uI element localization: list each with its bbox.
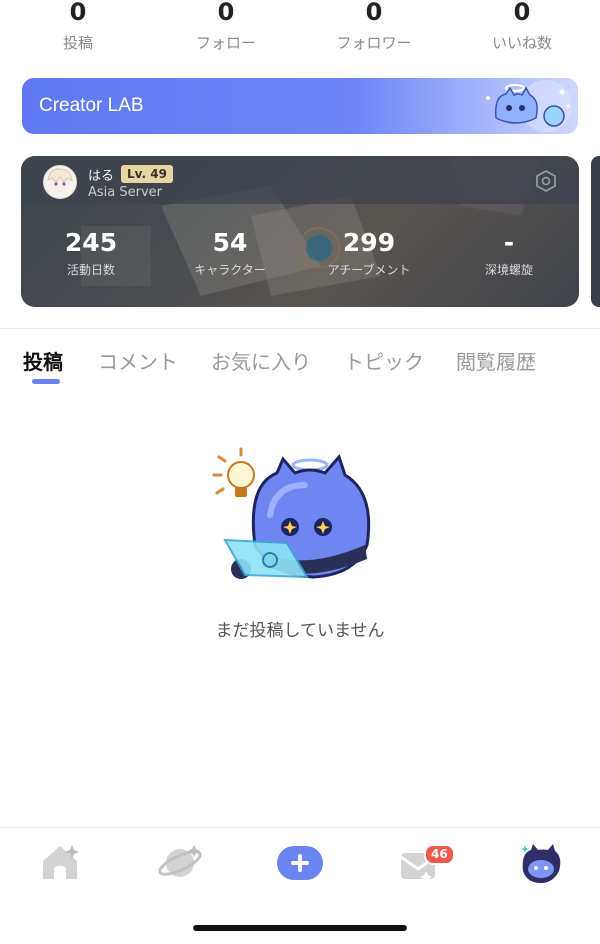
avatar[interactable] [43,165,77,199]
card-stat-value: - [503,228,515,257]
active-tab-indicator [32,379,60,384]
section-divider [0,328,600,329]
tab-posts[interactable]: 投稿 [23,346,63,375]
card-stat-spiral-abyss: - 深境螺旋 [449,229,569,278]
content-tabs: 投稿 コメント お気に入り トピック 閲覧履歴 [0,346,600,386]
plus-icon[interactable] [275,841,325,885]
stat-following[interactable]: 0 フォロー [151,0,301,53]
card-stat-label: アチーブメント [327,263,411,277]
stat-posts[interactable]: 0 投稿 [3,0,153,53]
card-stat-value: 54 [212,228,248,257]
stat-value: 0 [365,0,383,26]
hexagon-settings-icon[interactable] [535,170,557,192]
creator-lab-title: Creator LAB [39,95,144,116]
next-card-peek[interactable] [591,156,600,307]
avatar-image [44,166,76,198]
card-stat-active-days: 245 活動日数 [31,229,151,278]
stat-value: 0 [513,0,531,26]
card-stat-label: 活動日数 [66,263,115,277]
card-stat-value: 245 [64,228,118,257]
game-record-card[interactable]: はる Lv. 49 Asia Server 245 活動日数 54 キャラクター… [21,156,579,307]
mascot-icon [486,80,572,132]
tab-history[interactable]: 閲覧履歴 [456,346,536,375]
stat-followers[interactable]: 0 フォロワー [299,0,449,53]
stat-label: フォロワー [336,34,412,52]
stat-likes[interactable]: 0 いいね数 [447,0,597,53]
creator-lab-banner[interactable]: Creator LAB [22,78,578,134]
profile-stats: 0 投稿 0 フォロー 0 フォロワー 0 いいね数 [0,0,600,60]
card-stat-characters: 54 キャラクター [170,229,290,278]
stat-label: フォロー [195,34,256,52]
profile-mascot-icon[interactable] [515,841,565,885]
stat-value: 0 [69,0,87,26]
tab-comments[interactable]: コメント [98,346,178,375]
card-stat-achievements: 299 アチーブメント [309,229,429,278]
tab-topics[interactable]: トピック [344,346,424,375]
mail-unread-badge: 46 [424,844,455,865]
server-name: Asia Server [88,185,163,200]
username: はる [88,169,115,184]
tab-favorites[interactable]: お気に入り [211,346,311,375]
level-badge: Lv. 49 [121,165,173,183]
card-stat-value: 299 [342,228,396,257]
empty-state-mascot-illustration [212,447,371,579]
home-indicator [193,925,407,931]
planet-icon[interactable] [156,841,206,885]
card-stat-label: キャラクター [194,263,266,277]
stat-value: 0 [217,0,235,26]
home-icon[interactable] [36,841,86,885]
card-stat-label: 深境螺旋 [484,263,533,277]
stat-label: いいね数 [491,34,552,52]
stat-label: 投稿 [62,34,93,52]
empty-state-message: まだ投稿していません [215,621,385,641]
